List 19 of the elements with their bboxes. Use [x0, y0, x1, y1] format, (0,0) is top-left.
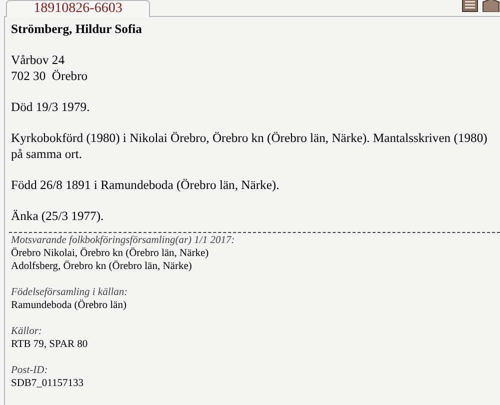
record-paragraph: Född 26/8 1891 i Ramundeboda (Örebro län, Närke). [11, 177, 280, 193]
section-heading: Post-ID: [11, 364, 49, 377]
address-line: 702 30 Örebro [11, 68, 89, 84]
box-icon[interactable] [482, 0, 500, 12]
section-heading: Källor: [11, 325, 43, 338]
section-line: Örebro Nikolai, Örebro kn (Örebro län, Närke) [11, 247, 210, 260]
person-name: Strömberg, Hildur Sofia [11, 21, 143, 37]
section-line: Adolfsberg, Örebro kn (Örebro län, Närke) [11, 260, 193, 273]
record-paragraph: Änka (25/3 1977). [11, 208, 105, 224]
address-line: Vårbov 24 [11, 52, 66, 68]
section-line: RTB 79, SPAR 80 [11, 338, 89, 351]
section-line: Ramundeboda (Örebro län) [11, 299, 128, 312]
record-paragraph: Död 19/3 1979. [11, 99, 91, 115]
document-icon[interactable] [462, 0, 478, 12]
record-tab[interactable]: 18910826-6603 [6, 0, 150, 17]
record-paragraph: Kyrkobokförd (1980) i Nikolai Örebro, Örebro kn (Örebro län, Närke). Mantalsskriven (1980) på samma ort. [11, 130, 488, 162]
section-line: SDB7_01157133 [11, 377, 85, 390]
section-heading: Motsvarande folkbokföringsförsamling(ar) 1/1 2017: [11, 234, 236, 247]
section-heading: Födelseförsamling i källan: [11, 286, 129, 299]
